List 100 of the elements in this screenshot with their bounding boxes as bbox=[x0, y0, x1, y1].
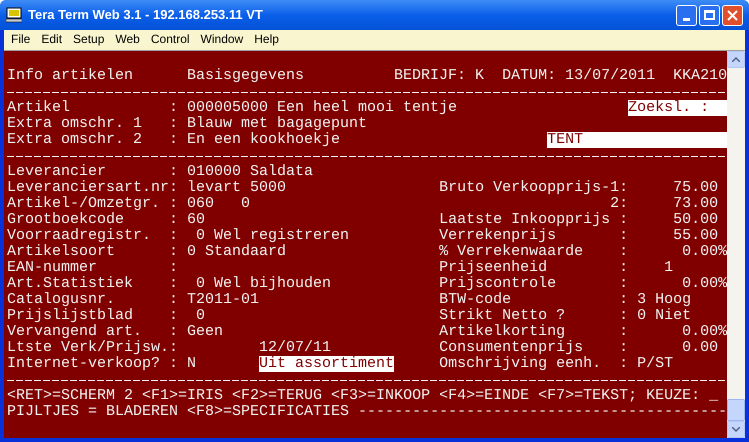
separator: : bbox=[169, 259, 178, 276]
separator: : bbox=[619, 339, 628, 356]
window-title: Tera Term Web 3.1 - 192.168.253.11 VT bbox=[28, 6, 263, 24]
field-label: 2 bbox=[609, 196, 620, 212]
field-label: Omschrijving eenh. bbox=[439, 356, 602, 372]
field-value: 1 bbox=[663, 260, 674, 276]
scrollbar[interactable] bbox=[727, 51, 745, 438]
separator: : bbox=[169, 275, 178, 292]
field-value: 75.00 bbox=[673, 179, 718, 196]
separator: : bbox=[169, 179, 178, 196]
separator: : bbox=[169, 307, 178, 324]
function-key-help: PIJLTJES = BLADEREN <F8>=SPECIFICATIES ----------------------------------------- bbox=[7, 404, 727, 420]
field-value: Uit assortiment bbox=[259, 356, 394, 372]
percent-sign: % bbox=[718, 276, 727, 292]
field-value: 000005000 Een heel mooi tentje bbox=[187, 100, 458, 116]
field-label: BTW-code bbox=[439, 292, 512, 308]
minimize-button[interactable] bbox=[676, 4, 697, 26]
separator: : bbox=[619, 291, 628, 308]
field-value: 0 Standaard bbox=[187, 244, 286, 260]
scroll-thumb[interactable] bbox=[727, 399, 745, 421]
menu-item[interactable]: Control bbox=[150, 30, 190, 48]
field-value: P/ST bbox=[637, 356, 674, 372]
field-label: Strikt Netto ? bbox=[439, 308, 566, 324]
field-value: T2011-01 bbox=[187, 292, 260, 308]
field-label: EAN-nummer bbox=[7, 260, 98, 276]
field-value: 3 Hoog bbox=[637, 292, 692, 308]
field-value: levart 5000 bbox=[187, 180, 286, 196]
menu-item[interactable]: Web bbox=[115, 30, 140, 48]
field-label: Laatste Inkoopprijs bbox=[439, 212, 612, 228]
field-label: Leveranciersart.nr bbox=[7, 180, 170, 196]
header-text: Basisgegevens bbox=[187, 67, 304, 84]
field-label: Internet-verkoop? bbox=[7, 356, 162, 372]
scroll-up-button[interactable] bbox=[727, 51, 745, 68]
field-label: Bruto Verkoopprijs-1 bbox=[439, 180, 620, 196]
separator: : bbox=[619, 227, 628, 244]
separator: : bbox=[619, 275, 628, 292]
field-value: 0 Wel bijhouden bbox=[195, 276, 332, 292]
field-value: 0 Niet bbox=[637, 308, 692, 324]
field-value: 12/07/11 bbox=[259, 340, 332, 356]
separator: : bbox=[169, 115, 178, 132]
field-label: Art.Statistiek bbox=[7, 276, 134, 292]
field-label: Artikel bbox=[7, 100, 72, 116]
percent-sign: % bbox=[718, 324, 727, 340]
field-label: Prijseenheid bbox=[439, 260, 548, 276]
scroll-down-button[interactable] bbox=[727, 421, 745, 438]
field-label: Catalogusnr. bbox=[7, 292, 116, 308]
menu-item[interactable]: Help bbox=[254, 30, 279, 48]
maximize-button[interactable] bbox=[699, 4, 720, 26]
field-label: Vervangend art. bbox=[7, 324, 144, 340]
percent-sign: % bbox=[718, 244, 727, 260]
input-field[interactable]: TENT bbox=[547, 132, 727, 148]
field-value: 73.00 bbox=[673, 195, 718, 212]
field-label: Extra omschr. 2 bbox=[7, 132, 144, 148]
field-value: Geen bbox=[187, 324, 224, 340]
field-value: 60 bbox=[187, 212, 206, 228]
field-label: Verrekenprijs bbox=[439, 228, 558, 244]
header-text: BEDRIJF: K bbox=[394, 67, 484, 84]
menu-item[interactable]: Edit bbox=[41, 30, 62, 48]
separator: : bbox=[169, 195, 178, 212]
header-text: KKA210 bbox=[673, 67, 727, 84]
separator: : bbox=[619, 307, 628, 324]
separator: : bbox=[169, 323, 178, 340]
field-label: Ltste Verk/Prijsw. bbox=[7, 340, 170, 356]
field-label: Artikelkorting bbox=[439, 324, 566, 340]
field-value: 0.00 bbox=[682, 243, 718, 260]
field-value: 0 bbox=[195, 308, 206, 324]
terminal-icon bbox=[6, 7, 22, 23]
field-value: 010000 Saldata bbox=[187, 164, 314, 180]
separator: : bbox=[619, 179, 628, 196]
menu-item[interactable]: File bbox=[11, 30, 30, 48]
close-icon bbox=[727, 10, 738, 20]
field-label: Consumentenprijs bbox=[439, 340, 584, 356]
field-label: Extra omschr. 1 bbox=[7, 116, 144, 132]
field-label: Artikelsoort bbox=[7, 244, 116, 260]
field-value: 55.00 bbox=[673, 227, 718, 244]
menu-item[interactable]: Setup bbox=[73, 30, 104, 48]
header-text: Info artikelen bbox=[7, 67, 134, 84]
field-value: 50.00 bbox=[673, 211, 718, 228]
separator: : bbox=[169, 163, 178, 180]
field-label: Prijslijstblad bbox=[7, 308, 134, 324]
field-label: Artikel-/Omzetgr. bbox=[7, 196, 162, 212]
field-label: Voorraadregistr. bbox=[7, 228, 152, 244]
field-value: 0.00 bbox=[682, 323, 718, 340]
field-value: En een kookhoekje bbox=[187, 132, 340, 148]
field-label: Prijscontrole bbox=[439, 276, 558, 292]
field-value: 0 Wel registreren bbox=[195, 228, 350, 244]
field-label: Zoeksl. : bbox=[628, 100, 727, 116]
separator: : bbox=[169, 131, 178, 148]
close-button[interactable] bbox=[722, 4, 743, 26]
separator: : bbox=[169, 211, 178, 228]
field-label: Grootboekcode bbox=[7, 212, 126, 228]
field-value: 0.00 bbox=[682, 275, 718, 292]
separator: : bbox=[619, 211, 628, 228]
separator: : bbox=[619, 195, 628, 212]
field-label: Leverancier bbox=[7, 164, 108, 180]
separator: : bbox=[169, 243, 178, 260]
separator: : bbox=[619, 355, 628, 372]
separator: : bbox=[169, 99, 178, 116]
menu-item[interactable]: Window bbox=[200, 30, 244, 48]
separator: : bbox=[169, 339, 178, 356]
